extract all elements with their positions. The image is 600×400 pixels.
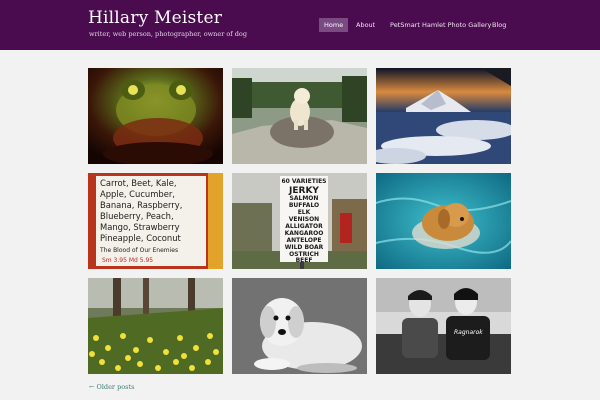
menu-line-4: Blueberry, Peach,: [100, 211, 174, 221]
menu-line-5: Mango, Strawberry: [100, 222, 180, 232]
photo-daffodils[interactable]: [88, 278, 223, 374]
nav-home[interactable]: Home: [319, 18, 349, 32]
site-header: Hillary Meister writer, web person, phot…: [0, 0, 600, 50]
nav-photo-gallery[interactable]: PetSmart Hamlet Photo Gallery: [385, 18, 496, 32]
jerky-sign-image: 60 VARIETIES JERKY SALMON BUFFALO ELK VE…: [232, 173, 367, 269]
menu-line-2: Apple, Cucumber,: [100, 189, 175, 199]
menu-line-7: The Blood of Our Enemies: [99, 247, 178, 254]
sign-line-1: 60 VARIETIES: [281, 178, 326, 185]
photo-two-men[interactable]: Ragnarok: [376, 278, 511, 374]
photo-dog-on-rock[interactable]: [232, 68, 367, 164]
sign-line-9: ANTELOPE: [286, 237, 321, 244]
menu-line-3: Banana, Raspberry,: [100, 200, 182, 210]
mountain-image: [376, 68, 511, 164]
older-posts-link[interactable]: ← Older posts: [89, 383, 134, 391]
nav-blog[interactable]: Blog: [487, 18, 511, 32]
two-men-image: Ragnarok: [376, 278, 511, 374]
menu-line-6: Pineapple, Coconut: [100, 233, 182, 243]
menu-line-1: Carrot, Beet, Kale,: [100, 178, 177, 188]
nav-about[interactable]: About: [351, 18, 380, 32]
site-tagline: writer, web person, photographer, owner …: [89, 30, 248, 38]
frog-lamp-image: [88, 68, 223, 164]
dog-bw-image: [232, 278, 367, 374]
sign-line-3: SALMON: [290, 195, 319, 202]
sign-line-5: ELK: [298, 209, 311, 216]
juice-menu-image: Carrot, Beet, Kale, Apple, Cucumber, Ban…: [88, 173, 223, 269]
sign-line-12: BEEF: [296, 257, 313, 264]
sign-line-10: WILD BOAR: [285, 244, 324, 251]
photo-jerky-sign[interactable]: 60 VARIETIES JERKY SALMON BUFFALO ELK VE…: [232, 173, 367, 269]
sign-line-8: KANGAROO: [285, 230, 324, 237]
photo-dog-swimming[interactable]: [376, 173, 511, 269]
daffodils-image: [88, 278, 223, 374]
dog-on-rock-image: [232, 68, 367, 164]
photo-juice-menu[interactable]: Carrot, Beet, Kale, Apple, Cucumber, Ban…: [88, 173, 223, 269]
photo-mountain[interactable]: [376, 68, 511, 164]
sign-line-7: ALLIGATOR: [285, 223, 323, 230]
shirt-text: Ragnarok: [454, 329, 483, 336]
photo-dog-bw[interactable]: [232, 278, 367, 374]
photo-frog-lamp[interactable]: [88, 68, 223, 164]
sign-line-6: VENISON: [289, 216, 319, 223]
sign-line-4: BUFFALO: [289, 202, 319, 209]
dog-swimming-image: [376, 173, 511, 269]
site-title[interactable]: Hillary Meister: [88, 8, 222, 28]
menu-line-8: Sm 3.95 Md 5.95: [102, 257, 153, 264]
